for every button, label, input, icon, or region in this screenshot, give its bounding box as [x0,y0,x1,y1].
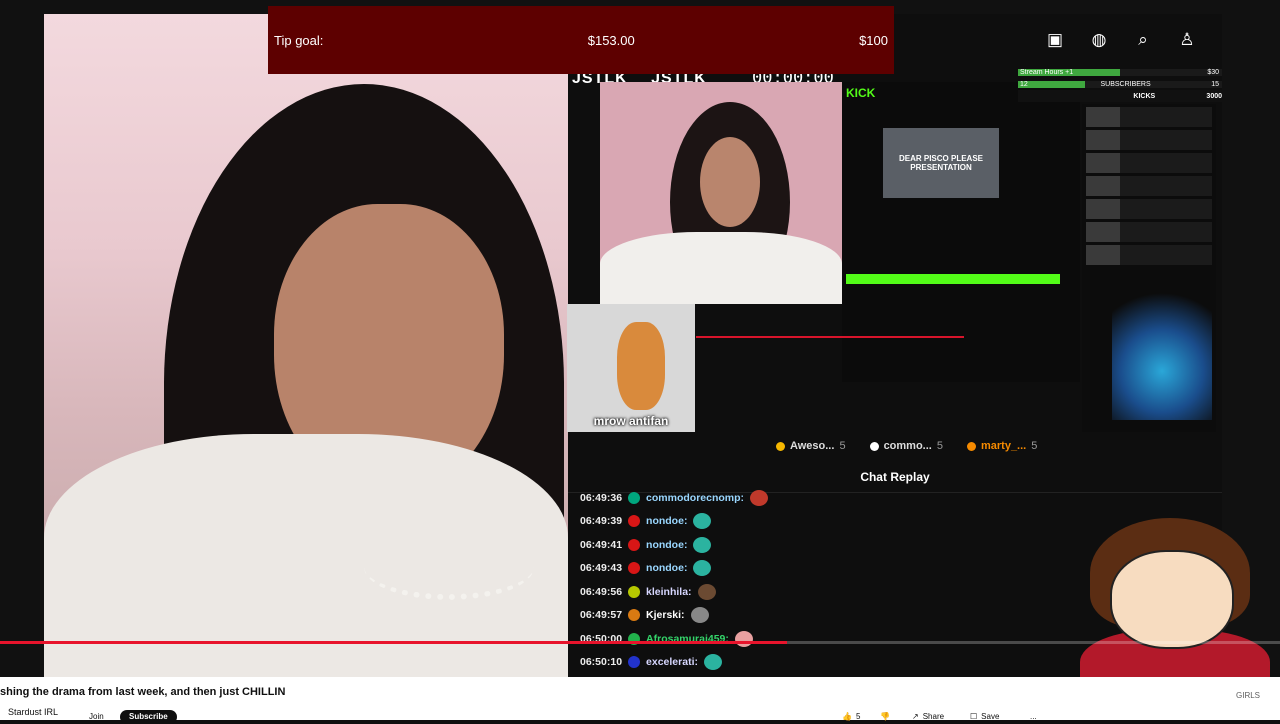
stream-progress-line [696,336,964,338]
kick-logo: KICK [846,86,876,100]
user-badge-icon [628,538,641,551]
search-icon[interactable]: ⌕ [1133,30,1153,50]
user-badge-icon [628,491,641,504]
chat-message: 06:49:39 nondoe: [580,510,880,534]
chat-message: 06:50:00 Afrosamurai459: [580,627,880,651]
video-progress-bar[interactable] [0,641,1280,644]
leader-item: Aweso... 5 [776,440,846,452]
emote-icon [690,607,709,624]
user-badge-icon [628,562,641,575]
chat-message: 06:49:41 nondoe: [580,533,880,557]
video-progress-fill [0,641,788,644]
chat-message: 06:49:43 nondoe: [580,557,880,581]
partial-recommendation-label: GIRLS [1236,691,1261,700]
user-badge-icon [628,656,641,669]
tip-goal-target: $100 [859,32,888,48]
stream-goals-overlay: Stream Hours +1 $30 12 SUBSCRIBERS 15 KICKS… [1018,66,1222,104]
player-top-icons: ▣ ◍ ⌕ ♙ [1045,30,1197,50]
emote-icon [703,654,722,671]
globe-icon[interactable]: ◍ [1089,30,1109,50]
tip-goal-bar: Tip goal: $153.00 $100 [268,6,894,74]
user-badge-icon [628,585,641,598]
pearl-necklace [364,534,534,600]
account-icon[interactable]: ♙ [1177,30,1197,50]
cat-label: mrow antifan [593,414,669,428]
gift-leaderboard: Aweso... 5 commo... 5 marty_... 5 [776,440,1037,452]
kick-video-thumbnail: DEAR PISCO PLEASE PRESENTATION [883,128,999,198]
channel-name[interactable]: Stardust IRL [8,707,58,717]
video-title: shing the drama from last week, and then… [0,686,286,698]
leader-item: commo... 5 [869,440,943,452]
emote-icon [693,560,712,577]
leader-item: marty_... 5 [966,440,1037,452]
cat-image: mrow antifan [567,304,695,432]
chat-message: 06:49:57 Kjerski: [580,604,880,628]
emote-icon [697,583,716,600]
emote-icon [693,536,712,553]
tip-goal-label: Tip goal: [274,32,324,48]
video-info-bar: shing the drama from last week, and then… [0,677,1280,724]
subscribe-button[interactable]: Subscribe [120,710,177,724]
chat-message: 06:49:56 kleinhila: [580,580,880,604]
cartoon-avatar [1080,510,1270,677]
video-player[interactable]: JSTLK JSTLK 00:00:00 KICK DEAR PISCO PLE… [0,0,1280,677]
chat-message: 06:50:10 excelerati: [580,651,880,675]
user-badge-icon [628,609,641,622]
user-badge-icon [628,515,641,528]
chat-messages: 06:49:36 commodorecnomp: 06:49:39 nondoe: … [580,486,880,674]
wizard-emote [1112,280,1212,420]
create-icon[interactable]: ▣ [1045,30,1065,50]
leader-badge-icon [869,441,879,451]
leader-badge-icon [776,441,785,451]
tip-goal-current: $153.00 [587,32,635,48]
follow-button [846,274,1060,284]
emote-icon [734,630,753,647]
chat-message: 06:49:36 commodorecnomp: [580,486,880,510]
webcam-video [44,14,568,677]
emote-icon [750,489,769,506]
join-button[interactable]: Join [80,710,113,724]
leader-badge-icon [966,441,976,451]
embedded-stream-video [600,82,842,304]
emote-icon [693,513,712,530]
